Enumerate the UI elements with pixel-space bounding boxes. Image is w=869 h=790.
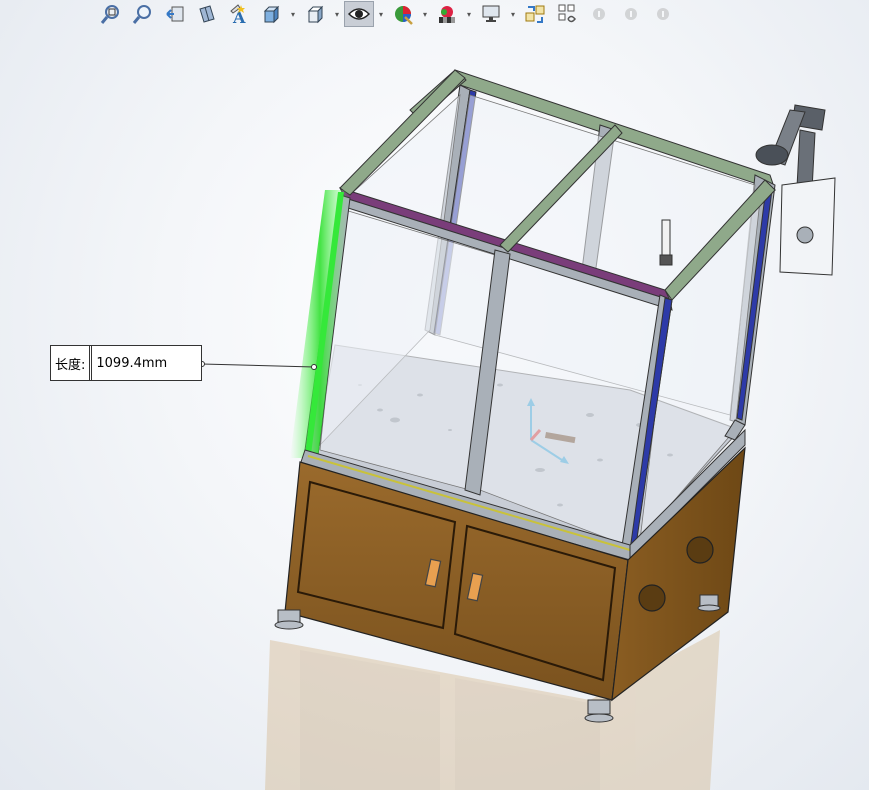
view-orientation-button[interactable] [256, 1, 286, 27]
graphics-area[interactable] [0, 28, 869, 790]
disabled-info-button-1 [584, 1, 614, 27]
edit-appearance-dropdown-icon[interactable]: ▾ [420, 10, 430, 19]
measurement-label: 长度: [51, 346, 91, 380]
info-circle-icon [657, 8, 669, 20]
section-view-button[interactable] [192, 1, 222, 27]
hide-show-items-icon [348, 8, 370, 20]
disabled-info-button-3 [648, 1, 678, 27]
section-view-icon [199, 5, 215, 23]
previous-view-icon [166, 6, 184, 22]
view-dynamic-annotation-button[interactable]: A [224, 1, 254, 27]
zoom-to-area-icon [132, 5, 151, 24]
display-style-icon [307, 5, 324, 24]
previous-view-button[interactable] [160, 1, 190, 27]
dimension-leader [199, 361, 317, 370]
view-dynamic-annotation-icon: A [230, 4, 246, 25]
edit-appearance-icon [395, 6, 413, 25]
zoom-to-fit-button[interactable] [96, 1, 126, 27]
heads-up-view-toolbar: A ▾ ▾ ▾ ▾ ▾ ▾ [96, 0, 678, 28]
view-settings-dropdown-icon[interactable]: ▾ [508, 10, 518, 19]
assembly-sketch-button[interactable] [552, 1, 582, 27]
display-style-button[interactable] [300, 1, 330, 27]
disabled-info-button-2 [616, 1, 646, 27]
smart-dimension-button[interactable] [520, 1, 550, 27]
view-settings-icon [482, 5, 500, 22]
length-measurement-callout[interactable]: 长度: 1099.4mm [50, 345, 202, 381]
view-orientation-dropdown-icon[interactable]: ▾ [288, 10, 298, 19]
smart-dimension-icon [525, 5, 545, 23]
info-circle-icon [593, 8, 605, 20]
info-circle-icon [625, 8, 637, 20]
apply-scene-button[interactable] [432, 1, 462, 27]
hide-show-dropdown-icon[interactable]: ▾ [376, 10, 386, 19]
hide-show-items-button[interactable] [344, 1, 374, 27]
view-orientation-icon [263, 5, 280, 24]
zoom-to-area-button[interactable] [128, 1, 158, 27]
measurement-value: 1099.4mm [91, 346, 201, 380]
apply-scene-dropdown-icon[interactable]: ▾ [464, 10, 474, 19]
apply-scene-icon [439, 6, 455, 23]
assembly-sketch-icon [558, 4, 576, 23]
zoom-to-fit-icon [100, 5, 119, 24]
tower-light [659, 219, 673, 266]
view-settings-button[interactable] [476, 1, 506, 27]
edit-appearance-button[interactable] [388, 1, 418, 27]
display-style-dropdown-icon[interactable]: ▾ [332, 10, 342, 19]
